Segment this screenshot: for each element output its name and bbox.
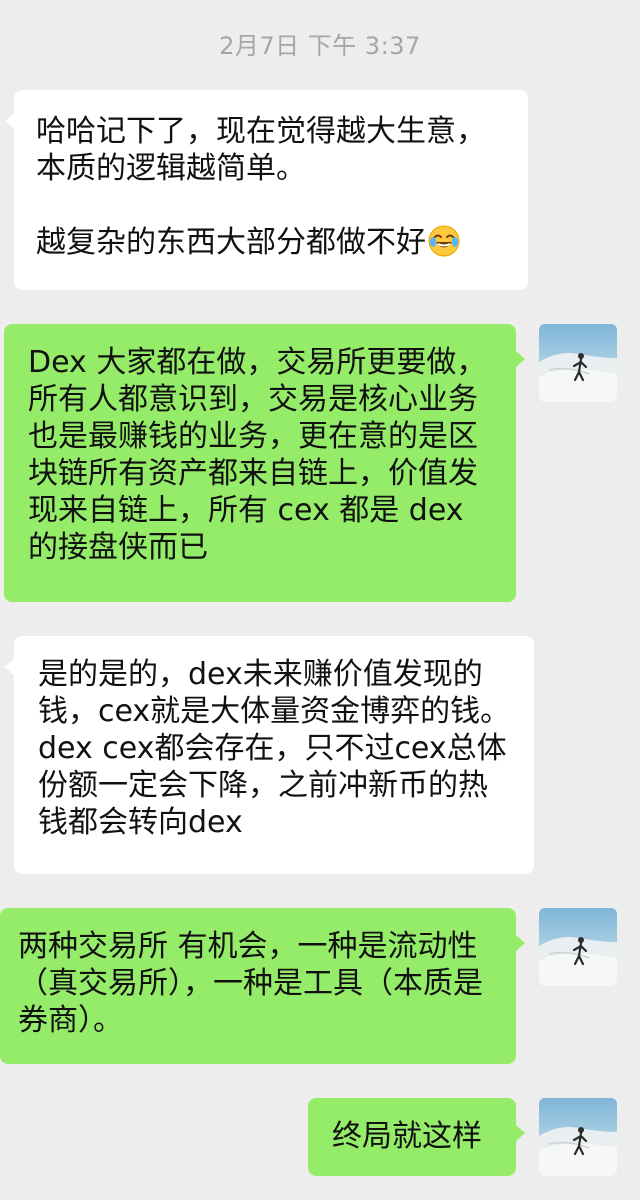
message-bubble-incoming[interactable]: 哈哈记下了，现在觉得越大生意， 本质的逻辑越简单。 越复杂的东西大部分都做不好: [5, 90, 528, 290]
message-text: 是的是的，dex未来赚价值发现的钱，cex就是大体量资金博弈的钱。dex cex…: [38, 657, 511, 840]
avatar-image: [539, 1098, 617, 1176]
message-text: 哈哈记下了，现在觉得越大生意， 本质的逻辑越简单。 越复杂的东西大部分都做不好: [36, 114, 486, 260]
message-text: Dex 大家都在做，交易所更要做，所有人都意识到，交易是核心业务也是最赚钱的业务…: [28, 345, 487, 565]
message-bubble-outgoing[interactable]: 两种交易所 有机会，一种是流动性（真交易所），一种是工具（本质是券商）。: [0, 908, 525, 1064]
message-text: 两种交易所 有机会，一种是流动性（真交易所），一种是工具（本质是券商）。: [18, 929, 483, 1038]
laughing-emoji-icon: [428, 225, 460, 257]
avatar[interactable]: [539, 908, 617, 986]
avatar[interactable]: [539, 1098, 617, 1176]
message-text: 终局就这样: [332, 1119, 482, 1154]
message-bubble-incoming[interactable]: 是的是的，dex未来赚价值发现的钱，cex就是大体量资金博弈的钱。dex cex…: [5, 636, 534, 874]
avatar[interactable]: [539, 324, 617, 402]
message-bubble-outgoing[interactable]: 终局就这样: [308, 1098, 525, 1176]
avatar-image: [539, 908, 617, 986]
message-bubble-outgoing[interactable]: Dex 大家都在做，交易所更要做，所有人都意识到，交易是核心业务也是最赚钱的业务…: [4, 324, 525, 602]
avatar-image: [539, 324, 617, 402]
chat-timestamp: 2月7日 下午 3:37: [219, 32, 421, 60]
